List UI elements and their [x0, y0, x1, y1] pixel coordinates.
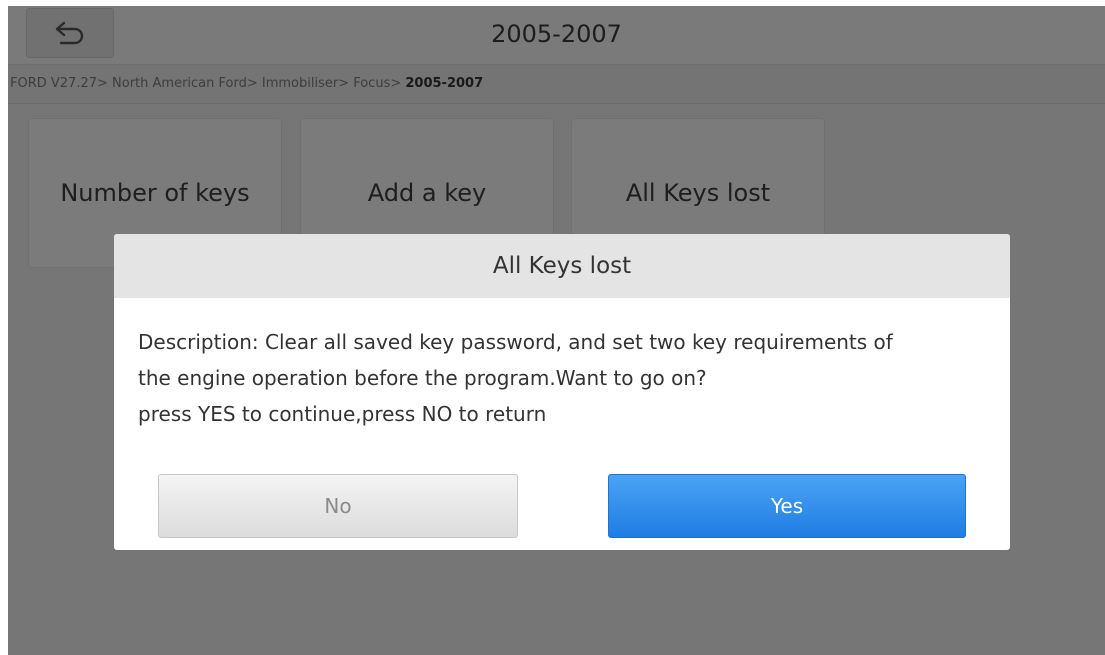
no-button[interactable]: No [158, 474, 518, 538]
dialog-message-line: Description: Clear all saved key passwor… [138, 330, 893, 354]
dialog-message-line: press YES to continue,press NO to return [138, 402, 547, 426]
yes-button[interactable]: Yes [608, 474, 966, 538]
dialog-message: Description: Clear all saved key passwor… [114, 298, 1010, 432]
confirm-dialog: All Keys lost Description: Clear all sav… [114, 234, 1010, 550]
app-screen: 2005-2007 FORD V27.27> North American Fo… [8, 6, 1105, 655]
dialog-message-line: the engine operation before the program.… [138, 366, 707, 390]
dialog-title: All Keys lost [114, 234, 1010, 298]
